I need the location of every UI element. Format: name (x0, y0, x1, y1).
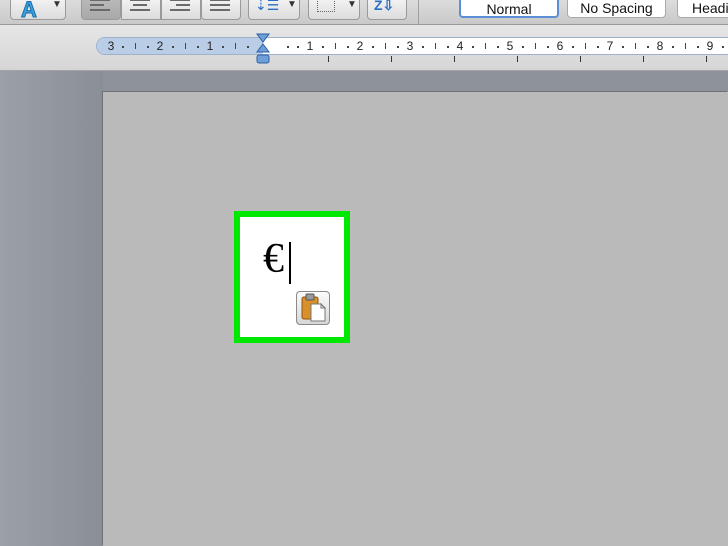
ruler-dot (422, 46, 424, 48)
ruler-dot (122, 46, 124, 48)
ruler-dot (722, 46, 724, 48)
ruler-dot (322, 46, 324, 48)
chevron-down-icon: ▼ (52, 0, 62, 10)
default-tab-stop (643, 56, 644, 62)
clipboard-icon (301, 293, 327, 322)
sort-button[interactable]: Z⇩ (367, 0, 407, 20)
ruler-dot (572, 46, 574, 48)
ruler-label: 2 (156, 39, 164, 53)
ruler-dot (287, 46, 289, 48)
align-left-icon (90, 0, 110, 14)
ruler-dot (147, 46, 149, 48)
formatting-toolbar: A ▼ ⇣☰ ▼ ▼ Z⇩ Normal No Spacing Headi (0, 0, 728, 25)
ruler-dot (622, 46, 624, 48)
ruler-dot (222, 46, 224, 48)
align-right-icon (170, 0, 190, 14)
ruler-tick (585, 43, 586, 49)
ruler-tick (385, 43, 386, 49)
ruler-dot (697, 46, 699, 48)
default-tab-stop (517, 56, 518, 62)
ruler-dot (547, 46, 549, 48)
default-tab-stop (391, 56, 392, 62)
align-left-button[interactable] (81, 0, 121, 20)
euro-symbol[interactable]: € (263, 234, 284, 284)
document-page[interactable] (103, 92, 728, 546)
default-tab-stop (580, 56, 581, 62)
ruler-tick (235, 43, 236, 49)
ruler-dot (472, 46, 474, 48)
ruler-dot (197, 46, 199, 48)
ruler-tick (535, 43, 536, 49)
ruler-dot (347, 46, 349, 48)
ruler-tick (685, 43, 686, 49)
ruler-tick (485, 43, 486, 49)
ruler-label: 7 (606, 39, 614, 53)
ruler-dot (597, 46, 599, 48)
ruler-label: 8 (656, 39, 664, 53)
toolbar-divider (418, 0, 419, 24)
ruler-tick (435, 43, 436, 49)
default-tab-stop (706, 56, 707, 62)
indent-marker-icon[interactable] (256, 33, 270, 67)
font-color-icon: A (21, 0, 38, 23)
ruler-label: 1 (306, 39, 314, 53)
horizontal-ruler[interactable]: 3 2 1 1 2 3 4 5 6 7 8 9 (96, 37, 728, 55)
default-tab-stop (454, 56, 455, 62)
style-normal[interactable]: Normal (459, 0, 559, 18)
ruler-tick (185, 43, 186, 49)
ruler-dot (647, 46, 649, 48)
ruler-dot (672, 46, 674, 48)
style-no-spacing[interactable]: No Spacing (567, 0, 666, 18)
borders-button[interactable]: ▼ (308, 0, 360, 20)
line-spacing-icon: ⇣☰ (255, 0, 280, 13)
font-color-button[interactable]: A ▼ (10, 0, 66, 23)
ruler-dot (397, 46, 399, 48)
ruler-label: 4 (456, 39, 464, 53)
sort-icon: Z⇩ (374, 0, 395, 13)
chevron-down-icon: ▼ (347, 0, 357, 10)
ruler-dot (247, 46, 249, 48)
text-cursor (289, 242, 291, 284)
ruler-label: 3 (107, 39, 115, 53)
ruler-label: 9 (706, 39, 714, 53)
ruler-label: 2 (356, 39, 364, 53)
ruler-dot (522, 46, 524, 48)
ruler-dot (297, 46, 299, 48)
ruler-tick (335, 43, 336, 49)
ruler-dot (497, 46, 499, 48)
chevron-down-icon: ▼ (287, 0, 297, 10)
align-right-button[interactable] (161, 0, 201, 20)
workspace-left-margin (0, 71, 103, 546)
ruler-label: 1 (206, 39, 214, 53)
paste-options-button[interactable] (296, 291, 330, 325)
ruler-tick (135, 43, 136, 49)
justify-button[interactable] (201, 0, 241, 20)
ruler-tick (635, 43, 636, 49)
style-heading[interactable]: Headi (677, 0, 728, 18)
align-center-button[interactable] (121, 0, 161, 20)
justify-icon (210, 0, 230, 14)
ruler-label: 5 (506, 39, 514, 53)
align-center-icon (130, 0, 150, 14)
ruler-dot (172, 46, 174, 48)
ruler-label: 6 (556, 39, 564, 53)
ruler-label: 3 (406, 39, 414, 53)
ruler-dot (447, 46, 449, 48)
workspace-top-gap (103, 71, 728, 92)
borders-icon (317, 0, 335, 12)
line-spacing-button[interactable]: ⇣☰ ▼ (248, 0, 300, 20)
default-tab-stop (328, 56, 329, 62)
ruler-dot (372, 46, 374, 48)
